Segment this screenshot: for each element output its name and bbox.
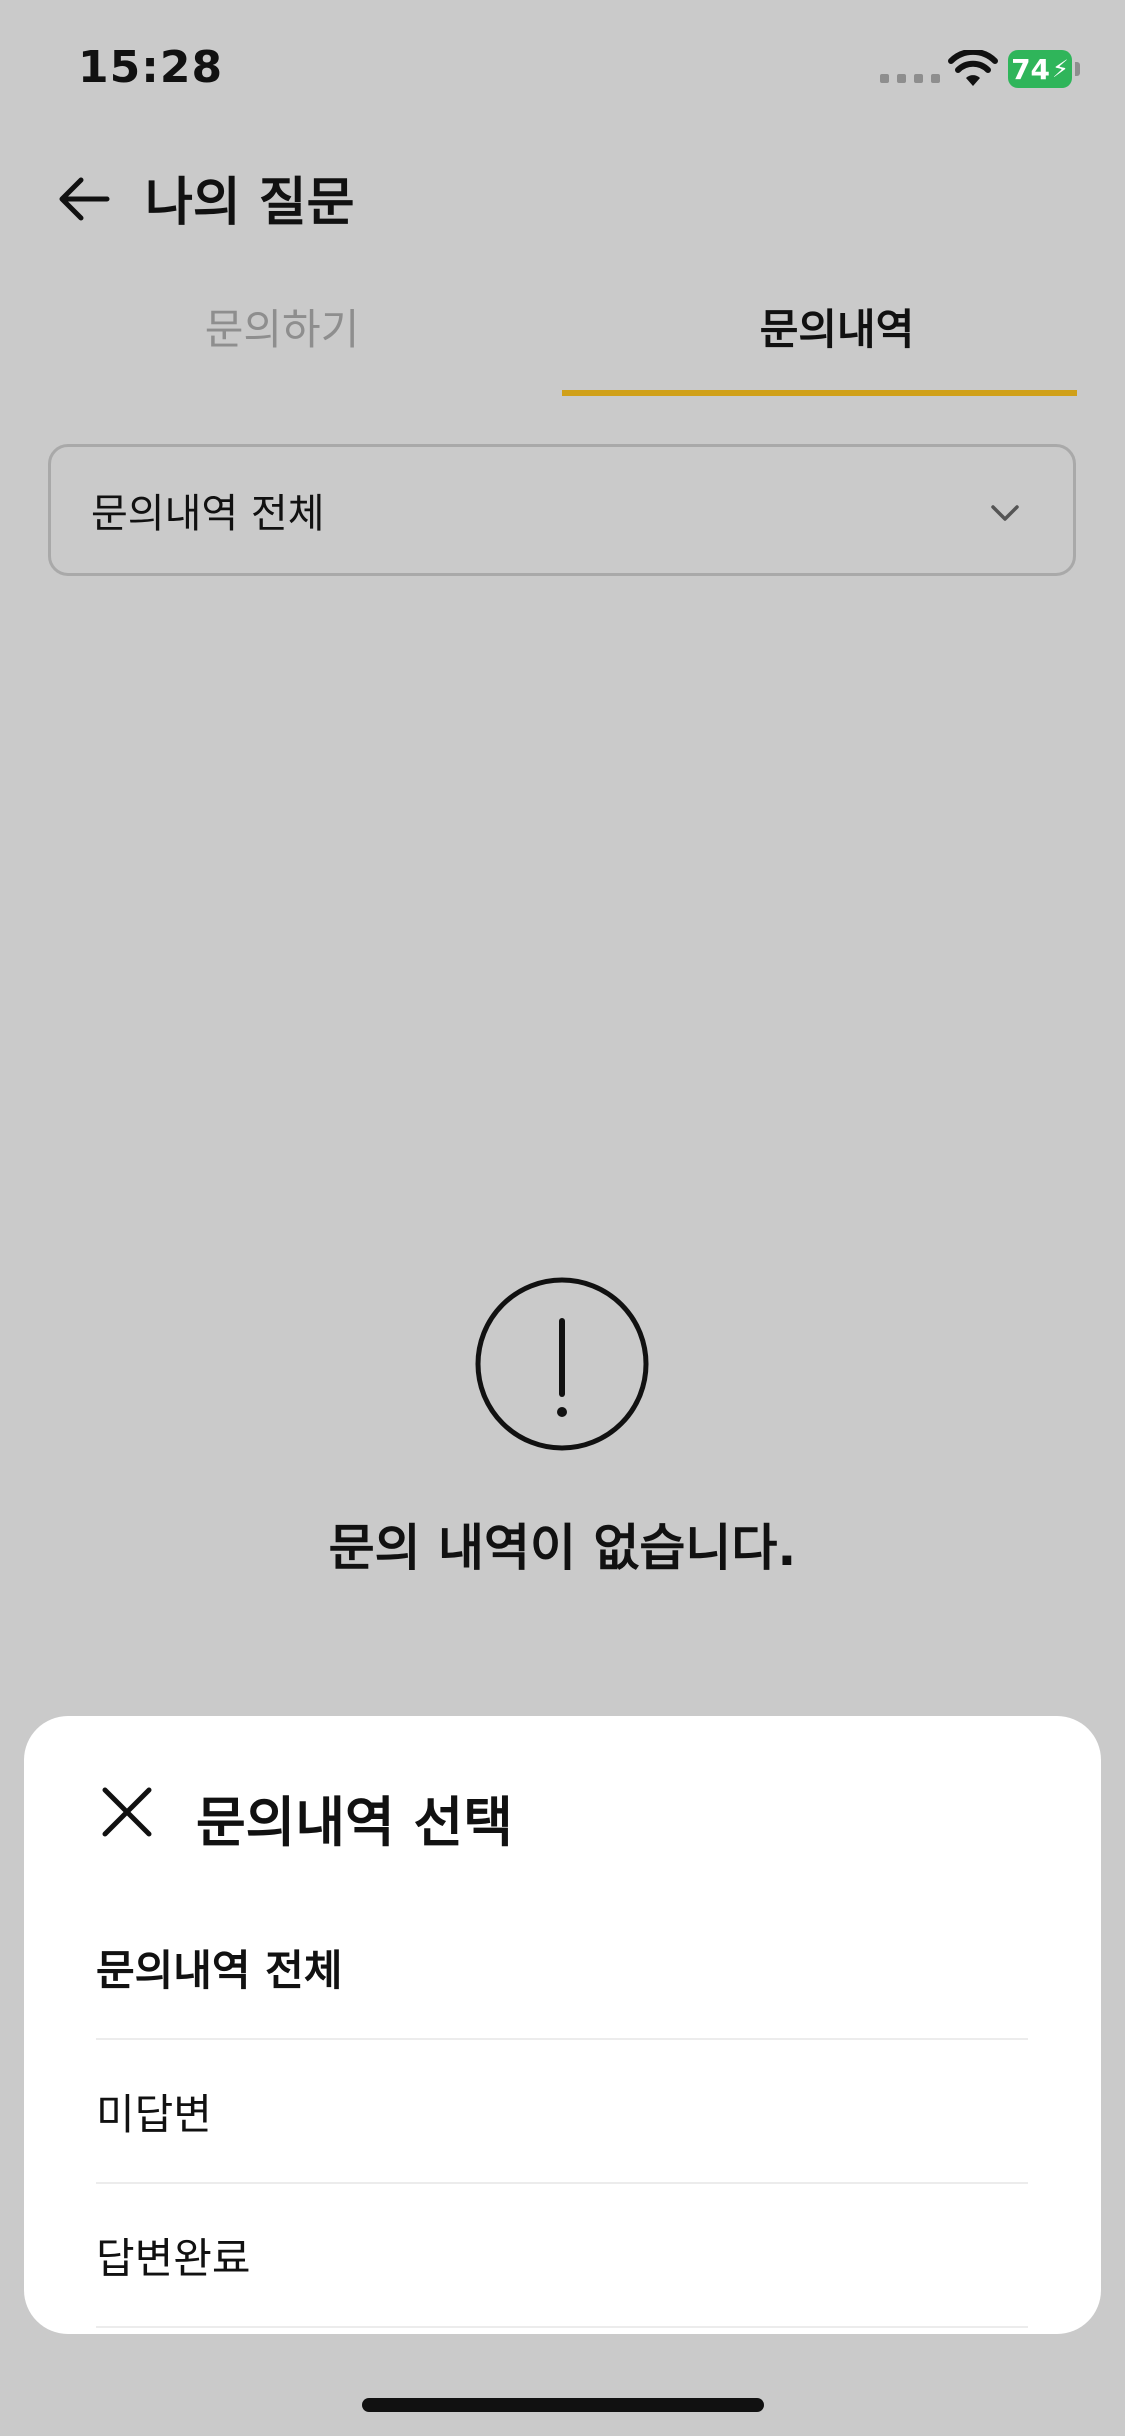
- tab-bar: 문의하기 문의내역: [0, 290, 1125, 400]
- exclamation-circle-icon: [475, 1277, 649, 1451]
- battery-level: 74: [1011, 52, 1051, 86]
- option-unanswered[interactable]: 미답변: [96, 2040, 1028, 2184]
- wifi-icon: [948, 50, 998, 86]
- option-all-inquiries[interactable]: 문의내역 전체: [96, 1896, 1028, 2040]
- arrow-left-icon[interactable]: [55, 170, 113, 228]
- inquiry-filter-bottom-sheet: 문의내역 선택 문의내역 전체 미답변 답변완료: [24, 1716, 1101, 2334]
- status-bar: 15:28 74 ⚡: [0, 0, 1125, 130]
- battery-cap: [1075, 62, 1080, 76]
- battery-icon: 74 ⚡: [1008, 50, 1072, 88]
- home-indicator: [362, 2398, 764, 2412]
- page-title: 나의 질문: [145, 173, 355, 233]
- tab-inquiry-history[interactable]: 문의내역: [562, 290, 1112, 396]
- empty-state-message: 문의 내역이 없습니다.: [328, 1519, 797, 1577]
- cellular-signal-icon: [880, 74, 940, 83]
- tab-inquire[interactable]: 문의하기: [7, 290, 557, 396]
- sheet-title: 문의내역 선택: [196, 1791, 513, 1854]
- close-icon[interactable]: [99, 1784, 155, 1840]
- chevron-down-icon: [991, 505, 1019, 521]
- dropdown-selected-value: 문의내역 전체: [91, 491, 325, 537]
- status-time: 15:28: [78, 42, 224, 93]
- active-tab-indicator: [562, 390, 1077, 396]
- charging-bolt-icon: ⚡: [1052, 55, 1069, 83]
- inquiry-filter-dropdown[interactable]: 문의내역 전체: [48, 444, 1076, 576]
- option-answered[interactable]: 답변완료: [96, 2184, 1028, 2328]
